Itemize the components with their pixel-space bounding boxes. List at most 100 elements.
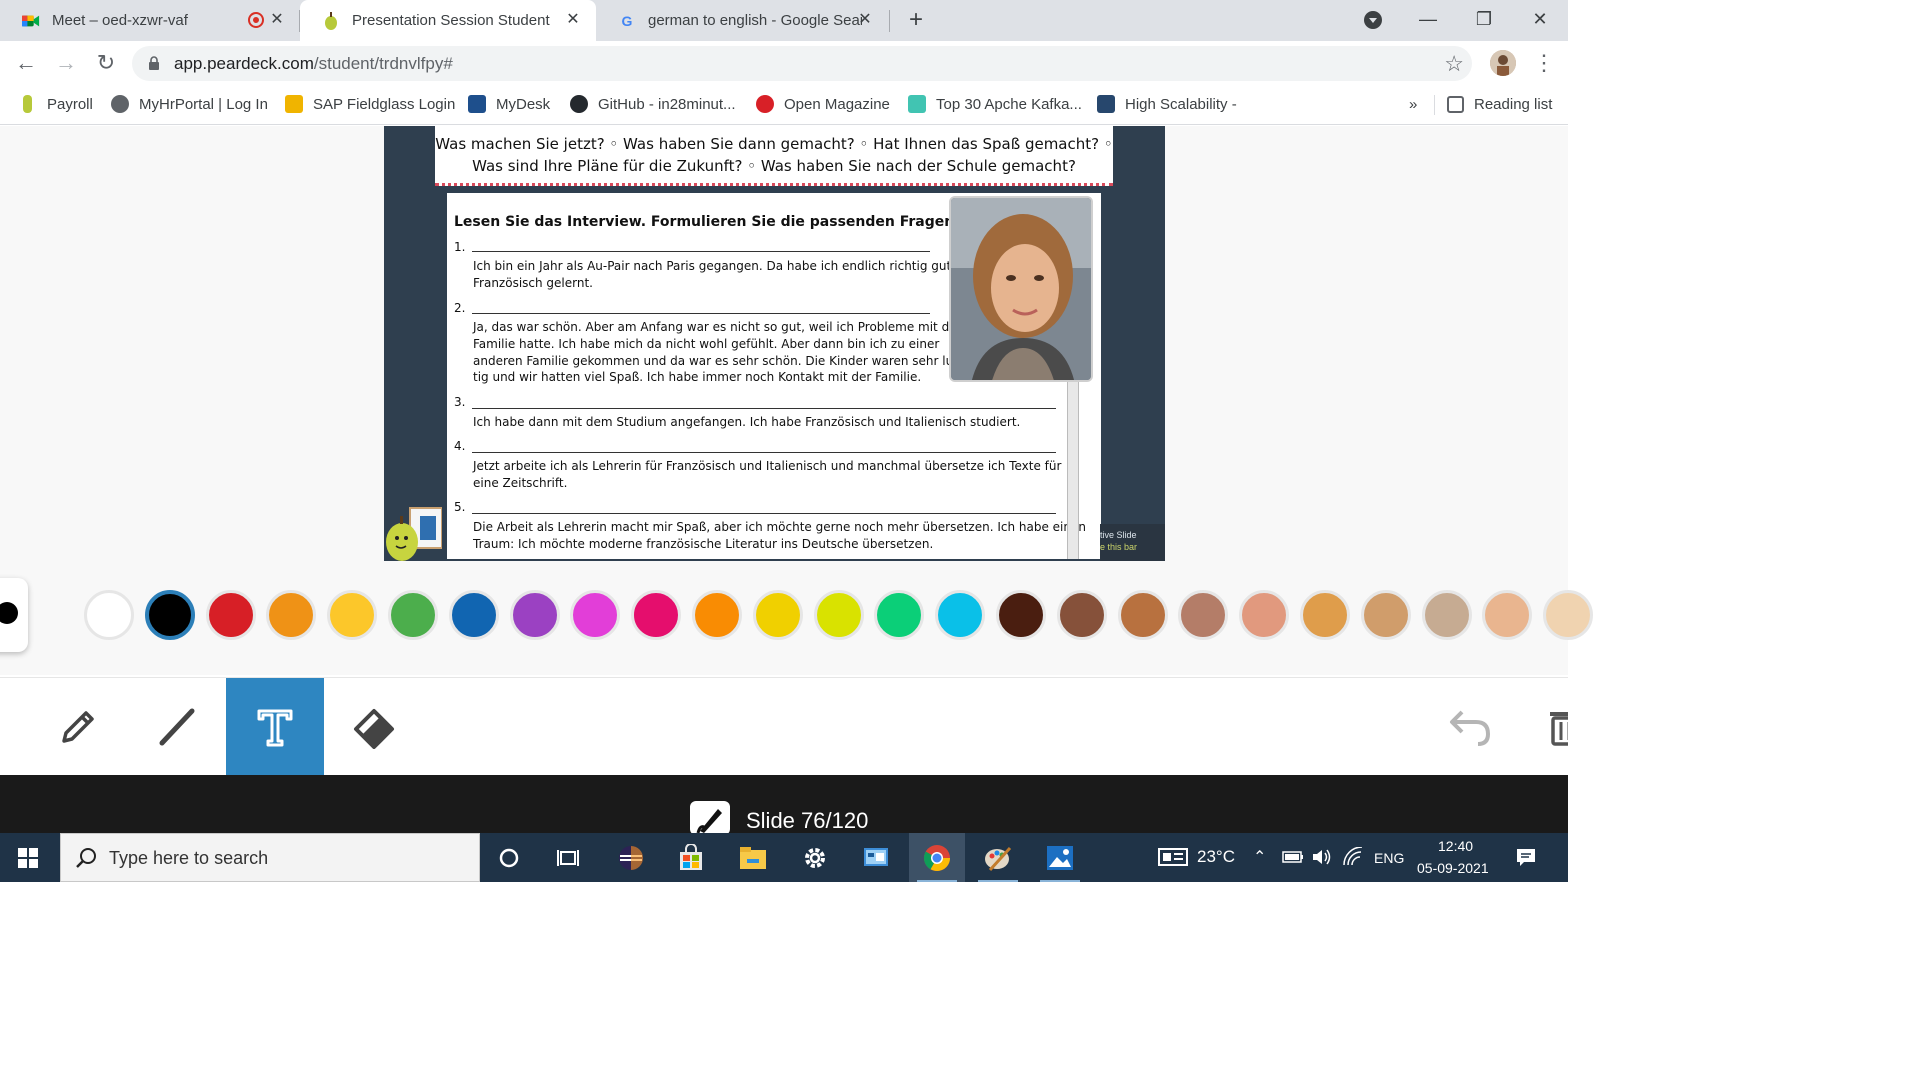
bookmark-label: GitHub - in28minut... bbox=[598, 95, 736, 113]
wifi-icon[interactable] bbox=[1342, 846, 1364, 867]
close-icon[interactable]: ✕ bbox=[856, 11, 874, 29]
bookmark-sap-fieldglass[interactable]: SAP Fieldglass Login bbox=[285, 93, 455, 115]
reading-list-button[interactable]: Reading list bbox=[1447, 93, 1552, 115]
bookmark-label: MyDesk bbox=[496, 95, 551, 113]
taskbar-search-box[interactable]: Type here to search bbox=[60, 833, 480, 882]
answer-line: tig und wir hatten viel Spaß. Ich habe i… bbox=[473, 370, 922, 385]
pen-tool-button[interactable] bbox=[29, 678, 127, 776]
input-language[interactable]: ENG bbox=[1374, 850, 1404, 866]
bookmark-myhrportal[interactable]: MyHrPortal | Log In bbox=[111, 93, 268, 115]
volume-icon[interactable] bbox=[1311, 847, 1333, 867]
color-swatch[interactable] bbox=[692, 590, 742, 640]
show-hidden-icons-chevron-icon[interactable]: ⌃ bbox=[1253, 847, 1266, 867]
tab-google-search[interactable]: G german to english - Google Sear ✕ bbox=[596, 0, 888, 41]
photos-app[interactable] bbox=[1032, 833, 1088, 882]
cortana-button[interactable] bbox=[481, 833, 537, 882]
interactive-slide-bar[interactable]: tive Slide e this bar bbox=[1100, 524, 1165, 561]
tab-search-icon[interactable] bbox=[1364, 11, 1382, 29]
file-explorer-app[interactable] bbox=[725, 833, 781, 882]
color-swatch[interactable] bbox=[449, 590, 499, 640]
color-swatch[interactable] bbox=[1422, 590, 1472, 640]
answer-blank-line bbox=[472, 452, 1056, 453]
close-icon[interactable]: ✕ bbox=[268, 11, 286, 29]
color-swatch[interactable] bbox=[814, 590, 864, 640]
eclipse-app[interactable] bbox=[603, 833, 659, 882]
minimize-icon[interactable]: — bbox=[1400, 0, 1456, 38]
eraser-tool-button[interactable] bbox=[325, 678, 423, 776]
window-close-icon[interactable]: ✕ bbox=[1512, 0, 1568, 38]
gear-icon bbox=[805, 847, 825, 868]
color-swatch[interactable] bbox=[145, 590, 195, 640]
search-icon bbox=[76, 848, 96, 868]
color-swatch[interactable] bbox=[631, 590, 681, 640]
woman-portrait-photo bbox=[949, 196, 1093, 382]
control-panel-app[interactable] bbox=[848, 833, 904, 882]
color-swatch[interactable] bbox=[1543, 590, 1593, 640]
undo-button[interactable] bbox=[1446, 702, 1494, 750]
slide-counter-bar: Slide 76/120 bbox=[0, 775, 1568, 835]
chrome-app[interactable] bbox=[909, 833, 965, 882]
tab-title: Meet – oed-xzwr-vaf bbox=[52, 12, 188, 29]
text-tool-button[interactable] bbox=[226, 678, 324, 776]
answer-blank-line bbox=[472, 408, 1056, 409]
bookmarks-overflow-button[interactable]: » bbox=[1409, 93, 1417, 115]
palette-current-color-button[interactable] bbox=[0, 578, 28, 652]
news-weather-icon[interactable] bbox=[1158, 847, 1188, 867]
tab-presentation-session[interactable]: Presentation Session Student ✕ bbox=[300, 0, 596, 41]
bookmark-kafka[interactable]: Top 30 Apche Kafka... bbox=[908, 93, 1082, 115]
paint-app[interactable] bbox=[970, 833, 1026, 882]
notification-center-icon[interactable] bbox=[1516, 847, 1536, 867]
store-app[interactable] bbox=[663, 833, 719, 882]
color-swatch[interactable] bbox=[510, 590, 560, 640]
color-swatch[interactable] bbox=[1300, 590, 1350, 640]
forward-arrow-icon[interactable]: → bbox=[52, 49, 80, 77]
windows-start-icon[interactable] bbox=[18, 848, 38, 868]
settings-app[interactable] bbox=[787, 833, 843, 882]
tab-meet[interactable]: Meet – oed-xzwr-vaf ✕ bbox=[0, 0, 300, 41]
interactive-slide-label: tive Slide bbox=[1100, 530, 1137, 540]
menu-kebab-icon[interactable]: ⋮ bbox=[1533, 50, 1555, 76]
bookmark-open-magazine[interactable]: Open Magazine bbox=[756, 93, 890, 115]
back-arrow-icon[interactable]: ← bbox=[12, 49, 40, 77]
undo-icon bbox=[1450, 710, 1491, 746]
clock-date[interactable]: 05-09-2021 bbox=[1417, 860, 1489, 876]
color-swatch[interactable] bbox=[327, 590, 377, 640]
worksheet: Lesen Sie das Interview. Formulieren Sie… bbox=[447, 193, 1101, 559]
bookmark-github[interactable]: GitHub - in28minut... bbox=[570, 93, 736, 115]
color-swatch[interactable] bbox=[1482, 590, 1532, 640]
new-tab-button[interactable]: + bbox=[902, 6, 930, 34]
profile-avatar[interactable] bbox=[1490, 50, 1516, 76]
pear-mascot-icon bbox=[384, 502, 443, 561]
presentation-slide[interactable]: Was machen Sie jetzt? ◦ Was haben Sie da… bbox=[384, 126, 1165, 561]
open-magazine-icon bbox=[756, 95, 774, 113]
color-swatch[interactable] bbox=[1178, 590, 1228, 640]
color-swatch[interactable] bbox=[753, 590, 803, 640]
restore-icon[interactable]: ❐ bbox=[1456, 0, 1512, 38]
clear-all-button[interactable] bbox=[1546, 704, 1568, 748]
color-swatch[interactable] bbox=[570, 590, 620, 640]
color-swatch[interactable] bbox=[266, 590, 316, 640]
bookmark-star-icon[interactable]: ☆ bbox=[1444, 51, 1464, 77]
close-icon[interactable]: ✕ bbox=[564, 11, 582, 29]
reload-icon[interactable]: ↻ bbox=[92, 49, 120, 77]
color-swatch[interactable] bbox=[1239, 590, 1289, 640]
bookmark-mydesk[interactable]: MyDesk bbox=[468, 93, 550, 115]
battery-icon[interactable] bbox=[1282, 849, 1304, 865]
interview-answer: Die Arbeit als Lehrerin macht mir Spaß, … bbox=[473, 519, 1086, 553]
color-swatch[interactable] bbox=[1118, 590, 1168, 640]
color-swatch[interactable] bbox=[874, 590, 924, 640]
color-swatch[interactable] bbox=[935, 590, 985, 640]
task-view-button[interactable] bbox=[540, 833, 596, 882]
color-swatch[interactable] bbox=[206, 590, 256, 640]
address-bar[interactable]: app.peardeck.com/student/trdnvlfpy# ☆ bbox=[132, 46, 1472, 81]
color-swatch[interactable] bbox=[1057, 590, 1107, 640]
bookmark-high-scalability[interactable]: High Scalability - bbox=[1097, 93, 1237, 115]
line-tool-button[interactable] bbox=[127, 678, 225, 776]
color-swatch[interactable] bbox=[388, 590, 438, 640]
weather-temperature[interactable]: 23°C bbox=[1197, 847, 1235, 867]
clock-time[interactable]: 12:40 bbox=[1438, 838, 1473, 854]
color-swatch[interactable] bbox=[84, 590, 134, 640]
bookmark-payroll[interactable]: Payroll bbox=[20, 93, 93, 115]
color-swatch[interactable] bbox=[1361, 590, 1411, 640]
color-swatch[interactable] bbox=[996, 590, 1046, 640]
